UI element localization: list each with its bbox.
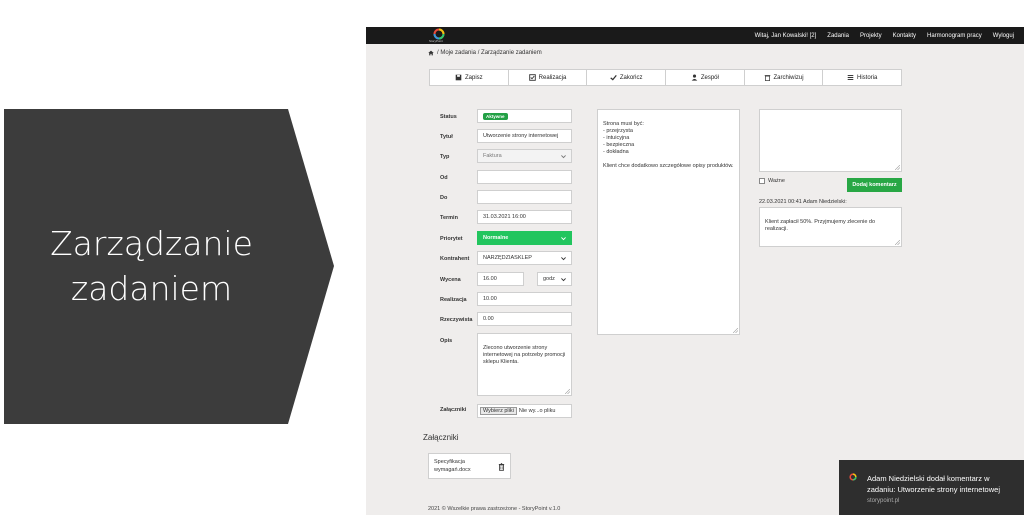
realization-button[interactable]: Realizacja xyxy=(509,70,588,85)
edit-check-icon xyxy=(528,74,536,81)
title-input[interactable]: Utworzenie strony internetowej xyxy=(477,129,572,143)
type-select[interactable]: Faktura xyxy=(477,149,572,163)
team-button[interactable]: Zespół xyxy=(666,70,745,85)
chevron-down-icon xyxy=(561,237,566,241)
slide-title: Zarządzanie zadaniem xyxy=(50,224,253,308)
resize-handle-icon[interactable] xyxy=(895,165,900,170)
add-comment-button[interactable]: Dodaj komentarz xyxy=(847,178,902,192)
nav-menu: Witaj, Jan Kowalski! [2] Zadania Projekt… xyxy=(755,27,1014,44)
attachment-file-name[interactable]: Specyfikacja wymagań.docx xyxy=(434,458,489,474)
contractor-label: Kontrahent xyxy=(440,256,470,262)
notes-textarea[interactable]: Strona musi być: - przejrzysta - intuicy… xyxy=(597,109,740,335)
history-button[interactable]: Historia xyxy=(823,70,901,85)
priority-label: Priorytet xyxy=(440,236,463,242)
estimate-label: Wycena xyxy=(440,277,461,283)
checkmark-icon xyxy=(610,74,617,81)
estimate-unit-select[interactable]: godz xyxy=(537,272,572,286)
actual-input[interactable]: 0.00 xyxy=(477,312,572,326)
nav-item-projects[interactable]: Projekty xyxy=(860,33,882,39)
user-icon xyxy=(691,74,698,81)
top-navbar: StoryPoint Witaj, Jan Kowalski! [2] Zada… xyxy=(366,27,1024,44)
priority-select[interactable]: Normalne xyxy=(477,231,572,245)
nav-item-contacts[interactable]: Kontakty xyxy=(893,33,916,39)
save-button[interactable]: Zapisz xyxy=(430,70,509,85)
comment-input[interactable] xyxy=(759,109,902,172)
deadline-input[interactable]: 31.03.2021 16:00 xyxy=(477,210,572,224)
logo-text: StoryPoint xyxy=(429,39,443,43)
finish-button[interactable]: Zakończ xyxy=(587,70,667,85)
deadline-label: Termin xyxy=(440,215,458,221)
chevron-down-icon xyxy=(561,257,566,261)
resize-handle-icon[interactable] xyxy=(733,328,738,333)
attachments-heading: Załączniki xyxy=(423,433,459,442)
nav-item-tasks[interactable]: Zadania xyxy=(827,33,849,39)
status-field: Aktywne xyxy=(477,109,572,123)
contractor-select[interactable]: NARZĘDZIASKLEP xyxy=(477,251,572,265)
archive-button[interactable]: Zarchiwizuj xyxy=(745,70,824,85)
resize-handle-icon[interactable] xyxy=(895,240,900,245)
task-toolbar: Zapisz Realizacja Zakończ Zespół Zarchiw… xyxy=(429,69,902,86)
important-checkbox-row: Ważne xyxy=(759,178,785,184)
title-label: Tytuł xyxy=(440,134,453,140)
realization-input[interactable]: 10.00 xyxy=(477,292,572,306)
nav-item-logout[interactable]: Wyloguj xyxy=(993,33,1014,39)
notification-toast[interactable]: Adam Niedzielski dodał komentarz w zadan… xyxy=(839,460,1024,515)
trash-icon xyxy=(764,75,770,81)
notification-title: Adam Niedzielski dodał komentarz w zadan… xyxy=(867,474,1000,494)
from-date-input[interactable] xyxy=(477,170,572,184)
footer-text: 2021 © Wszelkie prawa zastrzeżone - Stor… xyxy=(428,506,561,512)
attachment-card[interactable]: Specyfikacja wymagań.docx xyxy=(428,453,511,479)
chevron-down-icon xyxy=(561,278,566,282)
file-input[interactable]: Wybierz pliki Nie wy...o pliku xyxy=(477,404,572,418)
to-label: Do xyxy=(440,195,448,201)
estimate-input[interactable]: 16.00 xyxy=(477,272,524,286)
to-date-input[interactable] xyxy=(477,190,572,204)
comment-meta: 22.03.2021 00:41 Adam Niedzielski: xyxy=(759,199,847,205)
storypoint-logo-icon xyxy=(849,473,857,481)
actual-label: Rzeczywista xyxy=(440,317,473,323)
notification-source: storypoint.pl xyxy=(867,498,900,504)
resize-handle-icon[interactable] xyxy=(565,389,570,394)
comment-text[interactable]: Klient zapłacił 50%. Przyjmujemy zleceni… xyxy=(759,207,902,247)
save-icon xyxy=(455,74,462,81)
file-status: Nie wy...o pliku xyxy=(518,408,556,414)
attachments-label: Załączniki xyxy=(440,407,467,413)
home-icon[interactable] xyxy=(428,50,434,56)
nav-user-greeting[interactable]: Witaj, Jan Kowalski! [2] xyxy=(755,33,817,39)
important-label: Ważne xyxy=(768,178,785,184)
breadcrumb: / Moje zadania / Zarządzanie zadaniem xyxy=(428,50,542,56)
description-textarea[interactable]: Zlecono utworzenie strony internetowej n… xyxy=(477,333,572,396)
trash-icon[interactable] xyxy=(498,463,505,471)
nav-item-schedule[interactable]: Harmonogram pracy xyxy=(927,33,982,39)
app-window: StoryPoint Witaj, Jan Kowalski! [2] Zada… xyxy=(366,27,1024,515)
status-label: Status xyxy=(440,114,457,120)
description-label: Opis xyxy=(440,338,453,344)
list-icon xyxy=(847,75,854,80)
breadcrumb-text[interactable]: / Moje zadania / Zarządzanie zadaniem xyxy=(437,50,542,56)
important-checkbox[interactable] xyxy=(759,178,765,184)
chevron-down-icon xyxy=(561,155,566,159)
from-label: Od xyxy=(440,175,448,181)
choose-files-button[interactable]: Wybierz pliki xyxy=(480,407,517,415)
type-label: Typ xyxy=(440,154,450,160)
status-badge: Aktywne xyxy=(483,112,508,120)
realization-label: Realizacja xyxy=(440,297,467,303)
